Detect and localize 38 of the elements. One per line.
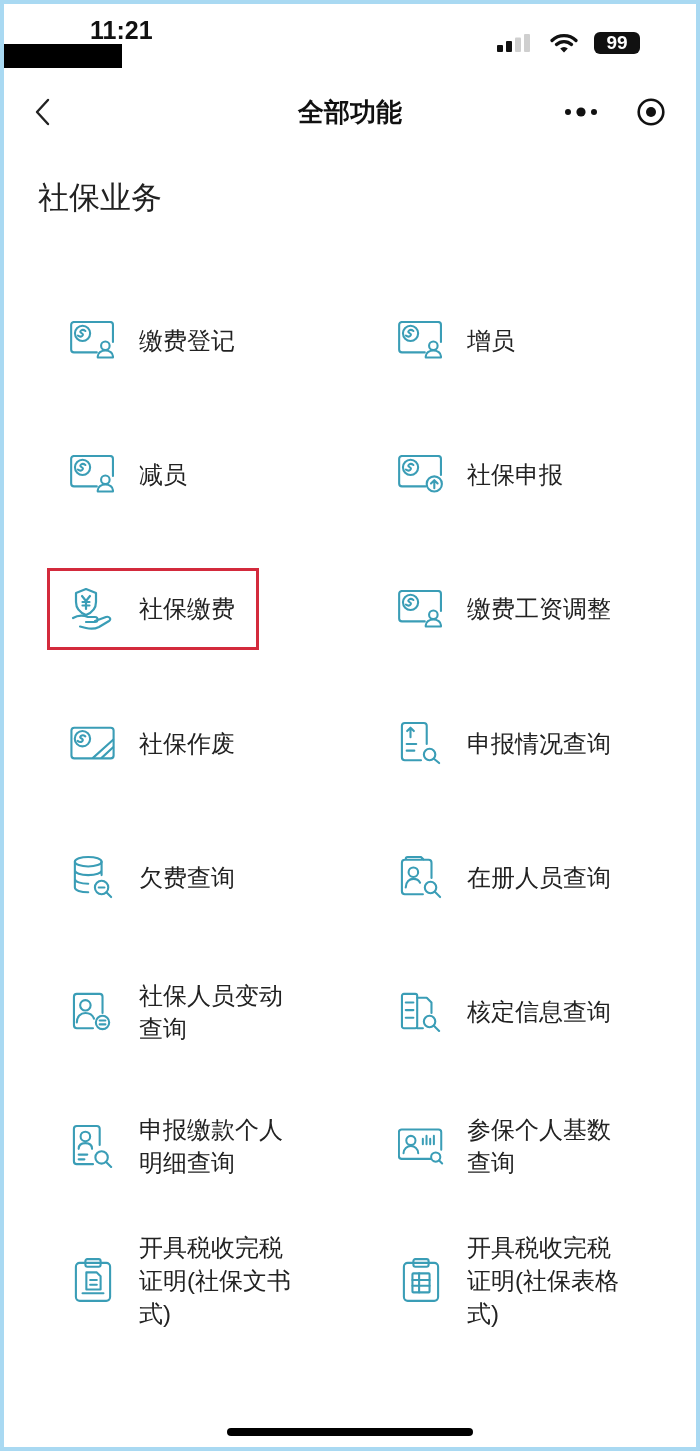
circle-dot-icon[interactable] bbox=[637, 98, 665, 126]
function-item[interactable]: 社保作废 bbox=[47, 702, 259, 785]
function-item[interactable]: 增员 bbox=[375, 299, 539, 382]
function-item[interactable]: 申报情况查询 bbox=[375, 702, 635, 785]
section-title: 社保业务 bbox=[38, 180, 162, 216]
document-search-icon bbox=[400, 721, 442, 766]
status-time: 11:21 bbox=[90, 16, 153, 44]
card-upload-icon bbox=[398, 455, 444, 494]
function-item[interactable]: 社保人员变动查询 bbox=[47, 970, 319, 1053]
person-chart-icon bbox=[398, 1126, 444, 1165]
function-item[interactable]: 缴费工资调整 bbox=[375, 567, 635, 650]
card-person-icon bbox=[70, 455, 116, 494]
function-item[interactable]: 欠费查询 bbox=[47, 836, 259, 919]
function-item[interactable]: 核定信息查询 bbox=[375, 970, 635, 1053]
card-slash-icon bbox=[70, 725, 116, 761]
function-item[interactable]: 社保申报 bbox=[375, 433, 587, 516]
person-search-icon bbox=[400, 855, 442, 900]
function-item[interactable]: 减员 bbox=[47, 433, 211, 516]
card-person-icon bbox=[398, 589, 444, 628]
function-item[interactable]: 缴费登记 bbox=[47, 299, 259, 382]
database-search-icon bbox=[72, 855, 114, 900]
wifi-icon bbox=[550, 33, 578, 53]
more-icon[interactable] bbox=[565, 107, 597, 117]
function-item[interactable]: 开具税收完税证明(社保文书式) bbox=[47, 1227, 319, 1333]
card-person-icon bbox=[70, 321, 116, 360]
function-item[interactable]: 申报缴款个人明细查询 bbox=[47, 1104, 319, 1187]
function-item[interactable]: 社保缴费 bbox=[47, 567, 259, 650]
function-item[interactable]: 在册人员查询 bbox=[375, 836, 635, 919]
function-item[interactable]: 开具税收完税证明(社保表格式) bbox=[375, 1227, 647, 1333]
clipboard-table-icon bbox=[402, 1257, 440, 1304]
battery-indicator: 99 bbox=[594, 32, 640, 54]
document-search-icon bbox=[400, 991, 442, 1032]
back-icon[interactable] bbox=[34, 98, 50, 126]
card-person-icon bbox=[398, 321, 444, 360]
page-title: 全部功能 bbox=[298, 96, 402, 128]
clipboard-document-icon bbox=[74, 1257, 112, 1304]
function-item[interactable]: 参保个人基数查询 bbox=[375, 1104, 647, 1187]
person-search-icon bbox=[72, 1123, 114, 1168]
